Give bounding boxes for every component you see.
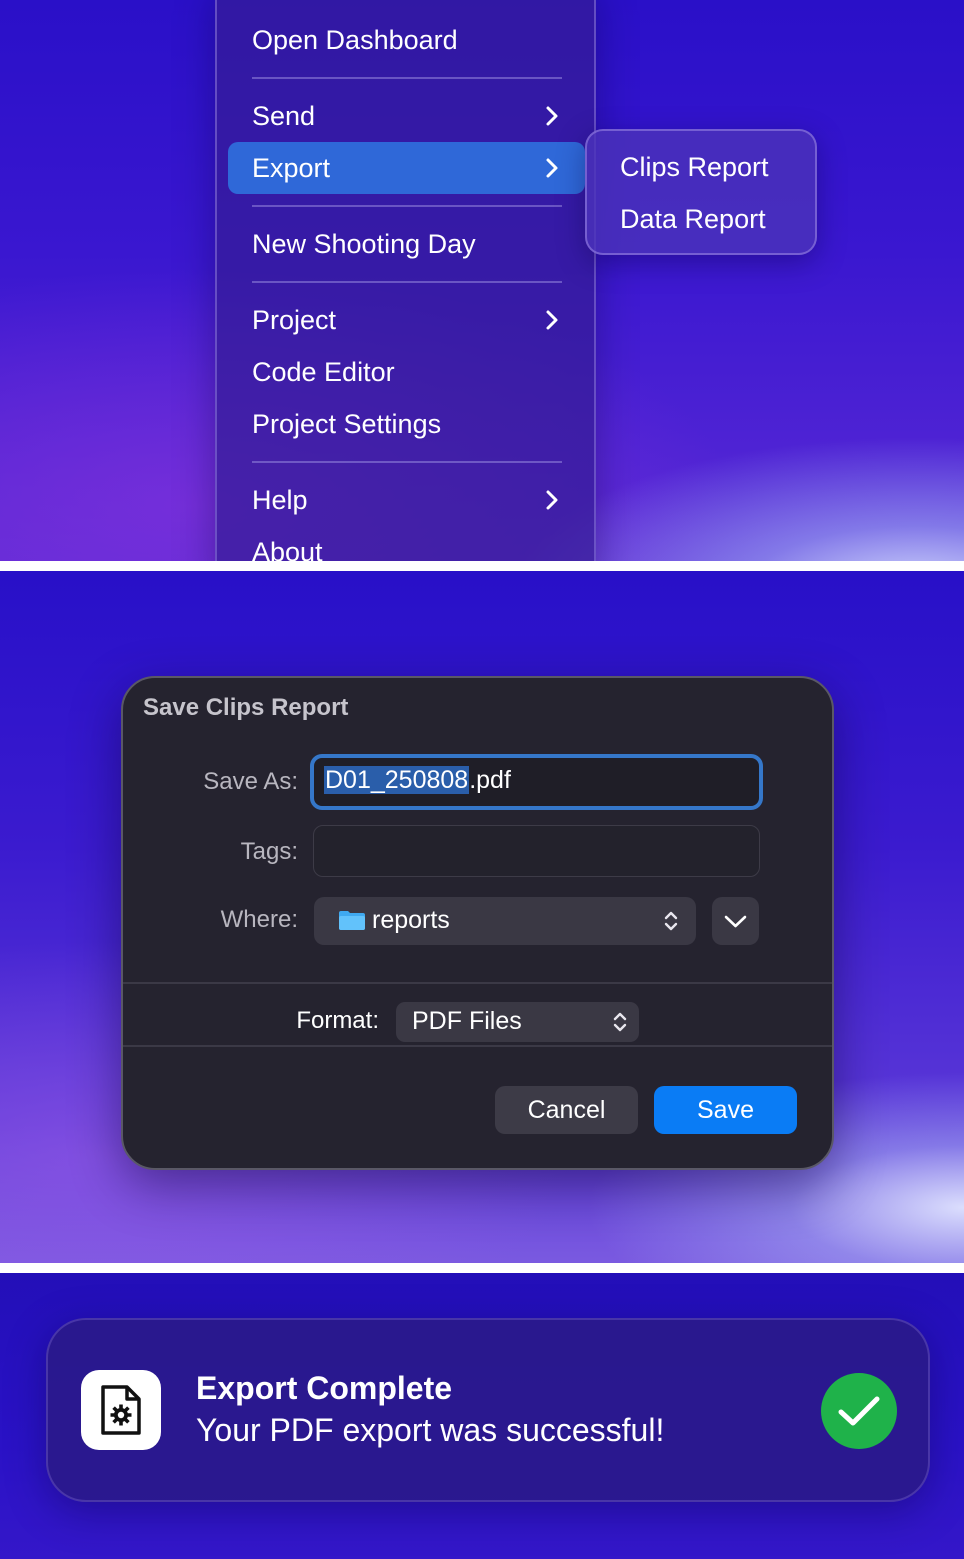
chevron-right-icon: [546, 158, 558, 178]
tags-label: Tags:: [240, 838, 298, 865]
dialog-divider: [123, 982, 832, 984]
format-value: PDF Files: [412, 1007, 522, 1035]
dialog-divider: [123, 1045, 832, 1047]
app-icon: [81, 1370, 161, 1450]
context-menu: Open Dashboard Send Export New Shooting …: [215, 0, 596, 561]
menu-item-new-shooting-day[interactable]: New Shooting Day: [228, 218, 585, 270]
filename-selected-text: D01_250808: [324, 766, 470, 794]
up-down-chevron-icon: [664, 911, 678, 931]
menu-item-label: Help: [252, 485, 308, 515]
menu-item-label: New Shooting Day: [252, 229, 476, 259]
up-down-chevron-icon: [613, 1012, 627, 1032]
menu-item-label: Export: [252, 153, 331, 183]
where-location-popup[interactable]: reports: [314, 897, 696, 945]
menu-item-about[interactable]: About: [228, 526, 585, 561]
export-complete-notification[interactable]: Export Complete Your PDF export was succ…: [46, 1318, 930, 1502]
chevron-down-icon: [724, 915, 747, 928]
menu-item-label: About: [252, 537, 323, 561]
save-dialog: Save Clips Report Save As: D01_250808.pd…: [121, 676, 834, 1170]
menu-item-label: Send: [252, 101, 316, 131]
cancel-button[interactable]: Cancel: [495, 1086, 638, 1134]
menu-separator: [252, 205, 562, 207]
notification-title: Export Complete: [196, 1370, 453, 1406]
filename-extension: .pdf: [469, 766, 511, 794]
save-as-input[interactable]: D01_250808.pdf: [310, 754, 763, 810]
chevron-right-icon: [546, 310, 558, 330]
menu-item-export[interactable]: Export: [228, 142, 585, 194]
document-gear-icon: [101, 1385, 141, 1435]
where-value: reports: [372, 906, 450, 934]
menu-separator: [252, 281, 562, 283]
menu-item-label: Project Settings: [252, 409, 442, 439]
menu-item-send[interactable]: Send: [228, 90, 585, 142]
save-dialog-screenshot-panel: Save Clips Report Save As: D01_250808.pd…: [0, 571, 964, 1263]
export-submenu: Clips Report Data Report: [585, 129, 817, 255]
menu-item-label: Code Editor: [252, 357, 395, 387]
submenu-item-data-report[interactable]: Data Report: [620, 199, 766, 239]
chevron-right-icon: [546, 490, 558, 510]
save-as-label: Save As:: [203, 768, 298, 795]
menu-item-label: Project: [252, 305, 337, 335]
menu-screenshot-panel: Open Dashboard Send Export New Shooting …: [0, 0, 964, 561]
expand-browser-button[interactable]: [712, 897, 759, 945]
format-label: Format:: [296, 1007, 379, 1034]
save-button[interactable]: Save: [654, 1086, 797, 1134]
format-popup[interactable]: PDF Files: [396, 1002, 639, 1042]
chevron-right-icon: [546, 106, 558, 126]
submenu-item-clips-report[interactable]: Clips Report: [620, 147, 769, 187]
menu-item-help[interactable]: Help: [228, 474, 585, 526]
menu-separator: [252, 461, 562, 463]
success-checkmark-icon: [821, 1373, 897, 1449]
menu-item-project-settings[interactable]: Project Settings: [228, 398, 585, 450]
dialog-title: Save Clips Report: [143, 694, 349, 721]
where-label: Where:: [220, 906, 298, 933]
menu-separator: [252, 77, 562, 79]
folder-icon: [339, 911, 365, 930]
notification-message: Your PDF export was successful!: [196, 1412, 665, 1448]
menu-item-open-dashboard[interactable]: Open Dashboard: [228, 14, 585, 66]
tags-input[interactable]: [313, 825, 760, 877]
menu-item-project[interactable]: Project: [228, 294, 585, 346]
notification-screenshot-panel: Export Complete Your PDF export was succ…: [0, 1273, 964, 1559]
menu-item-code-editor[interactable]: Code Editor: [228, 346, 585, 398]
menu-item-label: Open Dashboard: [252, 25, 458, 55]
